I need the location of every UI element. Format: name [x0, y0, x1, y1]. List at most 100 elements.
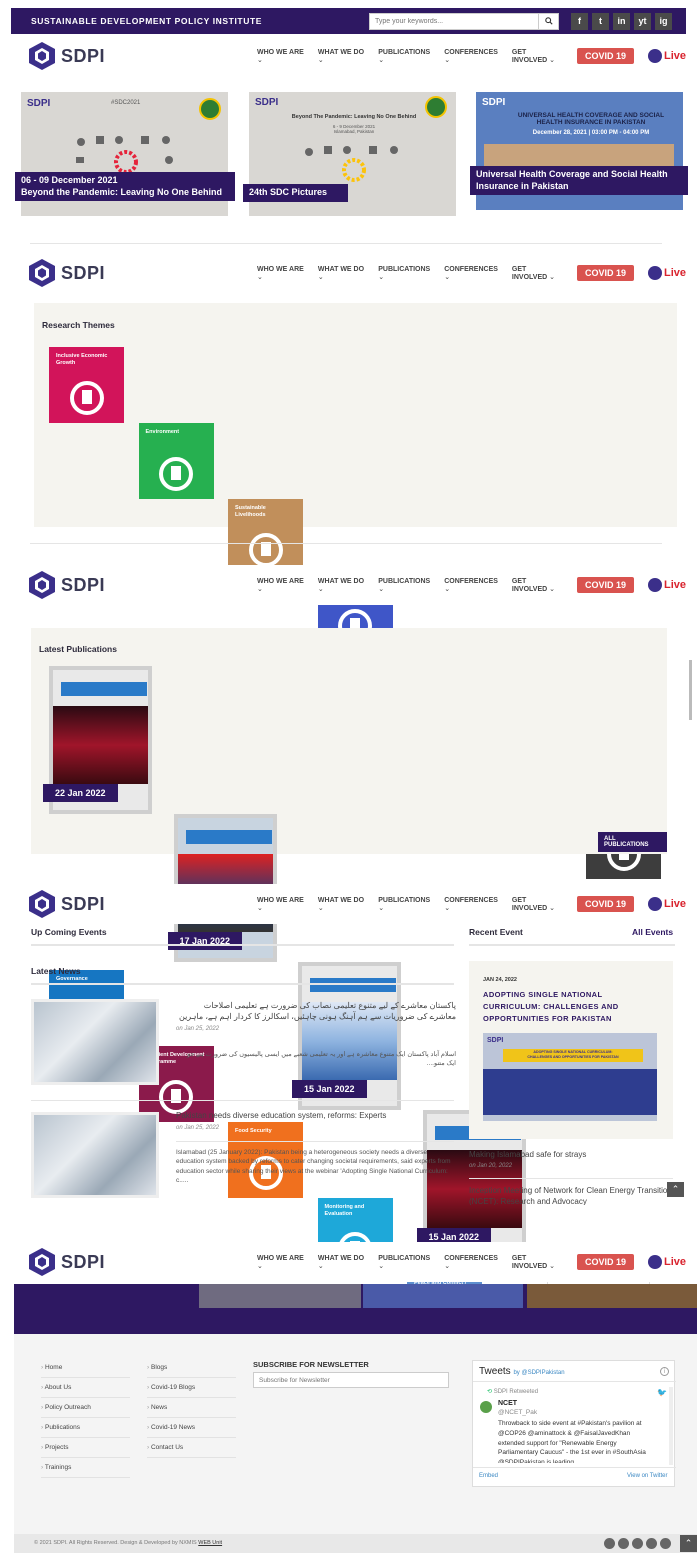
news-thumbnail[interactable]: [31, 1112, 159, 1198]
money-hand-icon: [67, 376, 107, 416]
scrollbar-thumb[interactable]: [689, 660, 692, 720]
nav-publications[interactable]: PUBLICATIONS: [378, 49, 430, 64]
slide-caption: 24th SDC Pictures: [243, 184, 348, 202]
search-button[interactable]: [539, 12, 559, 30]
side-news-title[interactable]: Inception Meeting of Network for Clean E…: [469, 1185, 673, 1205]
nav-who-we-are[interactable]: WHO WE ARE: [257, 578, 304, 593]
avatar[interactable]: [480, 1401, 492, 1413]
live-link[interactable]: Live: [647, 897, 686, 911]
news-title[interactable]: پاکستان معاشرے کے لیے متنوع تعلیمی نصاب …: [176, 1000, 456, 1022]
all-publications-button[interactable]: ALL PUBLICATIONS: [598, 832, 667, 852]
youtube-icon[interactable]: yt: [634, 12, 651, 30]
footer-link[interactable]: Blogs: [147, 1358, 236, 1378]
footer-link[interactable]: Home: [41, 1358, 130, 1378]
tweet-scrollbar[interactable]: [669, 1387, 673, 1465]
live-label: Live: [663, 267, 686, 279]
view-on-twitter-link[interactable]: View on Twitter: [627, 1473, 667, 1479]
news-thumbnail[interactable]: [31, 999, 159, 1085]
live-globe-icon: [647, 49, 662, 63]
nav-conferences[interactable]: CONFERENCES: [444, 578, 498, 593]
scroll-top-button[interactable]: ⌃: [667, 1182, 684, 1197]
nav-get-involved[interactable]: GET INVOLVED: [512, 897, 563, 912]
embed-link[interactable]: Embed: [479, 1473, 498, 1479]
scroll-top-button[interactable]: ⌃: [680, 1535, 697, 1552]
newsletter-input[interactable]: [253, 1372, 449, 1388]
footer-link[interactable]: Publications: [41, 1418, 130, 1438]
sdpi-logo[interactable]: SDPI: [27, 41, 207, 71]
sdpi-logo[interactable]: SDPI: [27, 1247, 207, 1277]
linkedin-icon[interactable]: [632, 1538, 643, 1549]
theme-tile[interactable]: Environment: [138, 423, 214, 499]
search-input[interactable]: [369, 12, 539, 30]
footer-link[interactable]: Covid-19 News: [147, 1418, 236, 1438]
footer-link[interactable]: Covid-19 Blogs: [147, 1378, 236, 1398]
live-link[interactable]: Live: [647, 49, 686, 63]
nav-who-we-are[interactable]: WHO WE ARE: [257, 49, 304, 64]
nav-publications[interactable]: PUBLICATIONS: [378, 897, 430, 912]
nav-what-we-do[interactable]: WHAT WE DO: [318, 897, 364, 912]
nav-conferences[interactable]: CONFERENCES: [444, 266, 498, 281]
nav-what-we-do[interactable]: WHAT WE DO: [318, 49, 364, 64]
nav-publications[interactable]: PUBLICATIONS: [378, 578, 430, 593]
nav-what-we-do[interactable]: WHAT WE DO: [318, 1255, 364, 1270]
nav-conferences[interactable]: CONFERENCES: [444, 49, 498, 64]
recent-event-card[interactable]: JAN 24, 2022 ADOPTING SINGLE NATIONAL CU…: [469, 961, 673, 1139]
covid-button[interactable]: COVID 19: [576, 896, 634, 912]
nav-who-we-are[interactable]: WHO WE ARE: [257, 897, 304, 912]
live-label: Live: [663, 1256, 686, 1268]
tweets-by-link[interactable]: by @SDPIPakistan: [513, 1370, 564, 1376]
nav-what-we-do[interactable]: WHAT WE DO: [318, 266, 364, 281]
covid-button[interactable]: COVID 19: [576, 577, 634, 593]
footer-link[interactable]: News: [147, 1398, 236, 1418]
sdpi-logo[interactable]: SDPI: [27, 889, 207, 919]
footer-link[interactable]: Contact Us: [147, 1438, 236, 1458]
linkedin-icon[interactable]: in: [613, 12, 630, 30]
covid-button[interactable]: COVID 19: [576, 48, 634, 64]
covid-button[interactable]: COVID 19: [576, 265, 634, 281]
divider: [473, 1467, 676, 1468]
covid-button[interactable]: COVID 19: [576, 1254, 634, 1270]
facebook-icon[interactable]: f: [571, 12, 588, 30]
live-label: Live: [663, 579, 686, 591]
all-events-link[interactable]: All Events: [632, 927, 673, 937]
nav-publications[interactable]: PUBLICATIONS: [378, 1255, 430, 1270]
web-unit-link[interactable]: WEB Unit: [198, 1540, 222, 1546]
footer-link[interactable]: Projects: [41, 1438, 130, 1458]
footer-link[interactable]: Policy Outreach: [41, 1398, 130, 1418]
info-icon[interactable]: i: [660, 1367, 669, 1376]
instagram-icon[interactable]: ig: [655, 12, 672, 30]
theme-tile[interactable]: Sustainable Livelihoods: [228, 499, 303, 575]
nav-who-we-are[interactable]: WHO WE ARE: [257, 1255, 304, 1270]
nav-conferences[interactable]: CONFERENCES: [444, 897, 498, 912]
nav-what-we-do[interactable]: WHAT WE DO: [318, 578, 364, 593]
publication-card[interactable]: 22 Jan 2022: [43, 666, 152, 814]
footer-link[interactable]: About Us: [41, 1378, 130, 1398]
nav-get-involved[interactable]: GET INVOLVED: [512, 1255, 563, 1270]
nav-publications[interactable]: PUBLICATIONS: [378, 266, 430, 281]
sdpi-logo[interactable]: SDPI: [27, 570, 207, 600]
youtube-icon[interactable]: [646, 1538, 657, 1549]
footer-link[interactable]: Trainings: [41, 1458, 130, 1478]
live-link[interactable]: Live: [647, 578, 686, 592]
nav-get-involved[interactable]: GET INVOLVED: [512, 49, 563, 64]
facebook-icon[interactable]: [604, 1538, 615, 1549]
slide-sdc2021[interactable]: SDPI #SDC2021 06 - 09 December 2021 Beyo…: [15, 92, 235, 216]
twitter-icon[interactable]: [618, 1538, 629, 1549]
nav-conferences[interactable]: CONFERENCES: [444, 1255, 498, 1270]
tweet-author[interactable]: NCET: [498, 1400, 517, 1407]
live-link[interactable]: Live: [647, 266, 686, 280]
slide-24th-sdc[interactable]: SDPI Beyond The Pandemic: Leaving No One…: [243, 92, 456, 216]
slide-uhc[interactable]: SDPI UNIVERSAL HEALTH COVERAGE AND SOCIA…: [470, 92, 688, 210]
news-title[interactable]: Pakistan needs diverse education system,…: [176, 1111, 456, 1120]
nav-get-involved[interactable]: GET INVOLVED: [512, 266, 563, 281]
live-label: Live: [663, 898, 686, 910]
side-news-title[interactable]: Making Islamabad safe for strays: [469, 1150, 673, 1159]
nav-get-involved[interactable]: GET INVOLVED: [512, 578, 563, 593]
nav-who-we-are[interactable]: WHO WE ARE: [257, 266, 304, 281]
twitter-icon[interactable]: t: [592, 12, 609, 30]
tweet-handle[interactable]: @NCET_Pak: [498, 1409, 537, 1416]
theme-tile[interactable]: Inclusive Economic Growth: [49, 347, 124, 423]
live-link[interactable]: Live: [647, 1255, 686, 1269]
sdpi-logo[interactable]: SDPI: [27, 258, 207, 288]
instagram-icon[interactable]: [660, 1538, 671, 1549]
